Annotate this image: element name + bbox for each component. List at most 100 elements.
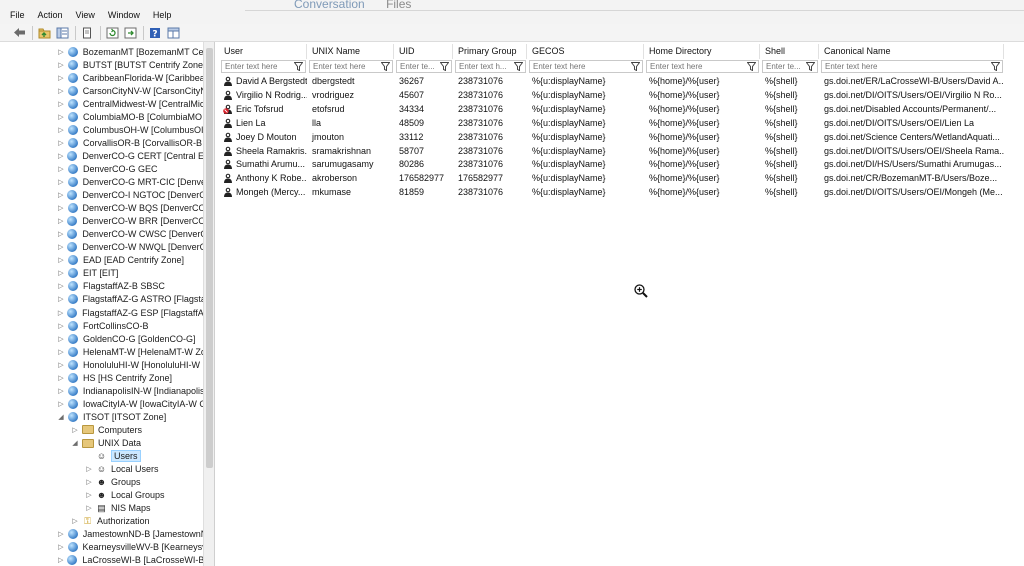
filter-funnel-icon[interactable]	[380, 62, 390, 72]
filter-funnel-icon[interactable]	[805, 62, 815, 72]
tree-node[interactable]: ▷ DenverCO-W BQS [DenverCO-\	[57, 202, 203, 215]
expand-arrow-icon[interactable]: ▷	[57, 556, 64, 564]
expand-arrow-icon[interactable]: ▷	[57, 322, 65, 330]
column-header-home-directory[interactable]: Home Directory	[644, 44, 760, 59]
tree-node[interactable]: ▷ HS [HS Centrify Zone]	[57, 371, 203, 384]
expanded-arrow-icon[interactable]: ◢	[57, 413, 65, 421]
expand-arrow-icon[interactable]: ▷	[57, 230, 64, 238]
tree-node[interactable]: ▷ Computers	[71, 423, 203, 436]
tree-node[interactable]: ▷ CentralMidwest-W [CentralMic	[57, 97, 203, 110]
tree-scrollbar[interactable]	[203, 42, 214, 566]
tree-node[interactable]: ▷ DenverCO-I NGTOC [DenverCO	[57, 189, 203, 202]
table-row[interactable]: Lien La lla 48509 238731076 %{u:displayName}…	[219, 116, 1004, 130]
expand-arrow-icon[interactable]: ▷	[85, 491, 93, 499]
filter-input-canonical-name[interactable]	[822, 61, 990, 72]
expand-arrow-icon[interactable]: ▷	[57, 165, 65, 173]
expand-arrow-icon[interactable]: ▷	[57, 87, 65, 95]
tree-node[interactable]: ▷ ▤ NIS Maps	[85, 502, 203, 515]
expand-arrow-icon[interactable]: ▷	[57, 374, 65, 382]
filter-funnel-icon[interactable]	[990, 62, 1000, 72]
expand-arrow-icon[interactable]: ▷	[57, 74, 65, 82]
expand-arrow-icon[interactable]: ▷	[57, 348, 65, 356]
column-header-uid[interactable]: UID	[394, 44, 453, 59]
tree-node[interactable]: ▷ IowaCityIA-W [IowaCityIA-W C	[57, 397, 203, 410]
tree-node[interactable]: ▷ ☺ Local Users	[85, 463, 203, 476]
table-row[interactable]: David A Bergstedt dbergstedt 36267 23873107…	[219, 74, 1004, 88]
help-icon[interactable]: ?	[148, 26, 162, 40]
background-tab-conversation[interactable]: Conversation	[294, 0, 365, 11]
expand-arrow-icon[interactable]: ▷	[57, 178, 65, 186]
table-row[interactable]: Virgilio N Rodrig... vrodriguez 45607 23873…	[219, 88, 1004, 102]
tree-node[interactable]: ▷ JamestownND-B [JamestownN	[57, 528, 203, 541]
tree-node[interactable]: ☺ Users	[85, 450, 203, 463]
console-tree[interactable]: ▷ BozemanMT [BozemanMT Cer ▷ BUTST [BUTST C…	[0, 42, 215, 566]
expand-arrow-icon[interactable]: ▷	[57, 243, 64, 251]
expand-arrow-icon[interactable]: ▷	[57, 282, 65, 290]
tree-node[interactable]: ▷ DenverCO-G CERT [Central Ene	[57, 149, 203, 162]
tree-node[interactable]: ▷ BUTST [BUTST Centrify Zone]	[57, 58, 203, 71]
filter-input-unix-name[interactable]	[310, 61, 380, 72]
table-row[interactable]: Eric Tofsrud etofsrud 34334 238731076 %{u:di…	[219, 102, 1004, 116]
tree-node[interactable]: ▷ FortCollinsCO-B	[57, 319, 203, 332]
tree-node[interactable]: ▷ FlagstaffAZ-B SBSC	[57, 280, 203, 293]
expand-arrow-icon[interactable]: ▷	[57, 191, 64, 199]
expand-arrow-icon[interactable]: ▷	[57, 204, 65, 212]
filter-funnel-icon[interactable]	[293, 62, 303, 72]
expand-arrow-icon[interactable]: ▷	[57, 126, 65, 134]
expand-arrow-icon[interactable]: ▷	[57, 295, 65, 303]
tree-node[interactable]: ▷ DenverCO-W BRR [DenverCO-V	[57, 215, 203, 228]
filter-input-shell[interactable]	[763, 61, 805, 72]
tree-node[interactable]: ▷ KearneysvilleWV-B [Kearneysvil	[57, 541, 203, 554]
column-header-gecos[interactable]: GECOS	[527, 44, 644, 59]
tree-node[interactable]: ▷ ☻ Groups	[85, 476, 203, 489]
filter-input-primary-group[interactable]	[456, 61, 513, 72]
table-row[interactable]: Anthony K Robe... akroberson 176582977 1765…	[219, 171, 1004, 185]
console-view-icon[interactable]	[166, 26, 180, 40]
expand-arrow-icon[interactable]: ▷	[57, 269, 65, 277]
menu-help[interactable]: Help	[153, 10, 172, 20]
menu-view[interactable]: View	[76, 10, 95, 20]
expand-arrow-icon[interactable]: ▷	[57, 100, 65, 108]
table-row[interactable]: Sumathi Arumu... sarumugasamy 80286 2387310…	[219, 157, 1004, 171]
expand-arrow-icon[interactable]: ▷	[85, 465, 93, 473]
expand-arrow-icon[interactable]: ▷	[57, 61, 65, 69]
expand-arrow-icon[interactable]: ▷	[57, 139, 65, 147]
tree-node[interactable]: ◢ UNIX Data	[71, 437, 203, 450]
expand-arrow-icon[interactable]: ▷	[57, 530, 65, 538]
table-row[interactable]: Sheela Ramakris... sramakrishnan 58707 2387…	[219, 144, 1004, 158]
folder-up-icon[interactable]	[37, 26, 51, 40]
filter-funnel-icon[interactable]	[513, 62, 523, 72]
filter-input-gecos[interactable]	[530, 61, 630, 72]
expand-arrow-icon[interactable]: ▷	[57, 400, 65, 408]
tree-node[interactable]: ▷ IndianapolisIN-W [Indianapolis	[57, 384, 203, 397]
filter-funnel-icon[interactable]	[746, 62, 756, 72]
expand-arrow-icon[interactable]: ▷	[85, 504, 93, 512]
tree-node[interactable]: ▷ DenverCO-G GEC	[57, 162, 203, 175]
tree-node[interactable]: ▷ LaCrosseWI-B [LaCrosseWI-B C	[57, 554, 203, 566]
expand-arrow-icon[interactable]: ▷	[57, 256, 65, 264]
tree-node[interactable]: ◢ ITSOT [ITSOT Zone]	[57, 410, 203, 423]
tree-node[interactable]: ▷ DenverCO-W NWQL [DenverCO	[57, 241, 203, 254]
expand-arrow-icon[interactable]: ▷	[57, 309, 64, 317]
table-row[interactable]: Joey D Mouton jmouton 33112 238731076 %{u:di…	[219, 130, 1004, 144]
tree-node[interactable]: ▷ EAD [EAD Centrify Zone]	[57, 254, 203, 267]
expand-arrow-icon[interactable]: ▷	[57, 543, 65, 551]
expand-arrow-icon[interactable]: ▷	[57, 217, 64, 225]
tree-node[interactable]: ▷ HonoluluHI-W [HonoluluHI-W	[57, 358, 203, 371]
background-tab-files[interactable]: Files	[386, 0, 411, 11]
expand-arrow-icon[interactable]: ▷	[57, 48, 65, 56]
column-header-user[interactable]: User	[219, 44, 307, 59]
export-icon[interactable]	[123, 26, 137, 40]
tree-node[interactable]: ▷ HelenaMT-W [HelenaMT-W Zc	[57, 345, 203, 358]
filter-funnel-icon[interactable]	[630, 62, 640, 72]
filter-input-uid[interactable]	[397, 61, 439, 72]
expand-arrow-icon[interactable]: ▷	[57, 335, 65, 343]
expand-arrow-icon[interactable]: ▷	[85, 478, 93, 486]
tree-node[interactable]: ▷ ☻ Local Groups	[85, 489, 203, 502]
tree-node[interactable]: ▷ DenverCO-G MRT-CIC [Denver	[57, 176, 203, 189]
column-header-shell[interactable]: Shell	[760, 44, 819, 59]
filter-input-home-directory[interactable]	[647, 61, 746, 72]
menu-action[interactable]: Action	[38, 10, 63, 20]
tree-scrollbar-thumb[interactable]	[206, 48, 213, 468]
tree-node[interactable]: ▷ EIT [EIT]	[57, 267, 203, 280]
